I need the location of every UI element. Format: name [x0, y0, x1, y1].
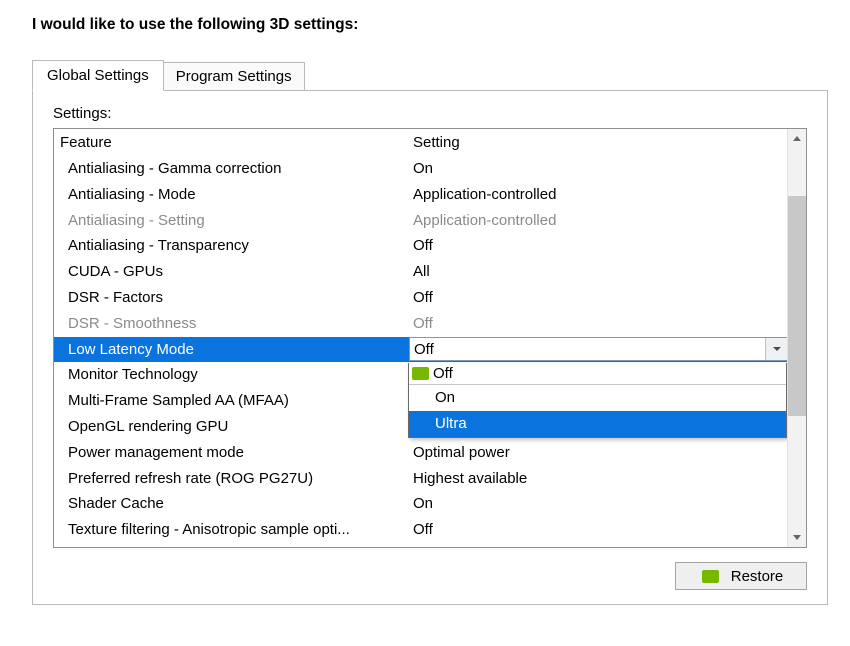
table-row[interactable]: Texture filtering - Negative LOD biasAll… — [54, 543, 787, 547]
setting-cell: Highest available — [409, 466, 787, 492]
settings-table: Feature Setting Antialiasing - Gamma cor… — [53, 128, 807, 548]
setting-cell: Off — [409, 311, 787, 337]
column-header-setting: Setting — [409, 129, 787, 156]
tab-program-settings[interactable]: Program Settings — [164, 62, 305, 91]
feature-cell: Power management mode — [54, 440, 409, 466]
low-latency-dropdown-popup[interactable]: Off On Ultra — [408, 363, 787, 438]
feature-cell: Antialiasing - Gamma correction — [54, 156, 409, 182]
setting-cell: Application-controlled — [409, 182, 787, 208]
nvidia-logo-icon — [412, 367, 429, 380]
feature-cell: Monitor Technology — [54, 362, 409, 388]
table-row[interactable]: Antialiasing - ModeApplication-controlle… — [54, 182, 787, 208]
table-row: DSR - SmoothnessOff — [54, 311, 787, 337]
setting-cell: Optimal power — [409, 440, 787, 466]
column-header-feature: Feature — [54, 129, 409, 156]
dropdown-current-row[interactable]: Off — [409, 363, 786, 385]
feature-cell: Antialiasing - Mode — [54, 182, 409, 208]
nvidia-logo-icon — [702, 570, 719, 583]
restore-button[interactable]: Restore — [675, 562, 807, 590]
dropdown-toggle-button[interactable] — [765, 338, 787, 360]
setting-cell: Application-controlled — [409, 208, 787, 234]
feature-cell: Texture filtering - Negative LOD bias — [54, 543, 409, 547]
setting-cell: On — [409, 491, 787, 517]
setting-cell: All — [409, 259, 787, 285]
setting-cell[interactable]: Off — [409, 337, 787, 361]
table-row: Antialiasing - SettingApplication-contro… — [54, 208, 787, 234]
table-row[interactable]: DSR - FactorsOff — [54, 285, 787, 311]
table-row[interactable]: Texture filtering - Anisotropic sample o… — [54, 517, 787, 543]
chevron-up-icon — [793, 136, 801, 141]
scrollbar-thumb[interactable] — [788, 196, 806, 416]
table-header-row: Feature Setting — [54, 129, 787, 156]
scroll-up-button[interactable] — [788, 129, 806, 148]
setting-cell: Off — [409, 517, 787, 543]
table-row[interactable]: CUDA - GPUsAll — [54, 259, 787, 285]
scroll-down-button[interactable] — [788, 528, 806, 547]
restore-button-label: Restore — [731, 568, 784, 585]
setting-cell: On — [409, 156, 787, 182]
table-row[interactable]: Preferred refresh rate (ROG PG27U)Highes… — [54, 466, 787, 492]
vertical-scrollbar[interactable] — [787, 129, 806, 547]
settings-label: Settings: — [53, 105, 807, 122]
setting-cell: Off — [409, 233, 787, 259]
feature-cell: DSR - Smoothness — [54, 311, 409, 337]
feature-cell: Texture filtering - Anisotropic sample o… — [54, 517, 409, 543]
feature-cell: Low Latency Mode — [54, 337, 409, 363]
setting-cell: Allow — [409, 543, 787, 547]
table-row[interactable]: Power management modeOptimal power — [54, 440, 787, 466]
feature-cell: Multi-Frame Sampled AA (MFAA) — [54, 388, 409, 414]
chevron-down-icon — [793, 535, 801, 540]
setting-cell: Off — [409, 285, 787, 311]
page-title: I would like to use the following 3D set… — [22, 16, 828, 34]
feature-cell: OpenGL rendering GPU — [54, 414, 409, 440]
scrollbar-track[interactable] — [788, 148, 806, 528]
table-row[interactable]: Antialiasing - TransparencyOff — [54, 233, 787, 259]
settings-panel: Settings: Feature Setting Antialiasing -… — [32, 90, 828, 605]
tab-strip: Global Settings Program Settings — [32, 60, 828, 91]
chevron-down-icon — [773, 347, 781, 351]
table-row[interactable]: Antialiasing - Gamma correctionOn — [54, 156, 787, 182]
setting-dropdown-value: Off — [410, 337, 765, 363]
feature-cell: DSR - Factors — [54, 285, 409, 311]
table-row[interactable]: Shader CacheOn — [54, 491, 787, 517]
feature-cell: CUDA - GPUs — [54, 259, 409, 285]
dropdown-option-on[interactable]: On — [409, 385, 786, 411]
dropdown-current-value: Off — [433, 365, 453, 382]
table-row[interactable]: Low Latency ModeOff — [54, 337, 787, 363]
feature-cell: Antialiasing - Setting — [54, 208, 409, 234]
setting-dropdown[interactable]: Off — [409, 337, 787, 361]
dropdown-option-ultra[interactable]: Ultra — [409, 411, 786, 437]
feature-cell: Preferred refresh rate (ROG PG27U) — [54, 466, 409, 492]
feature-cell: Antialiasing - Transparency — [54, 233, 409, 259]
tab-global-settings[interactable]: Global Settings — [32, 60, 164, 91]
feature-cell: Shader Cache — [54, 491, 409, 517]
